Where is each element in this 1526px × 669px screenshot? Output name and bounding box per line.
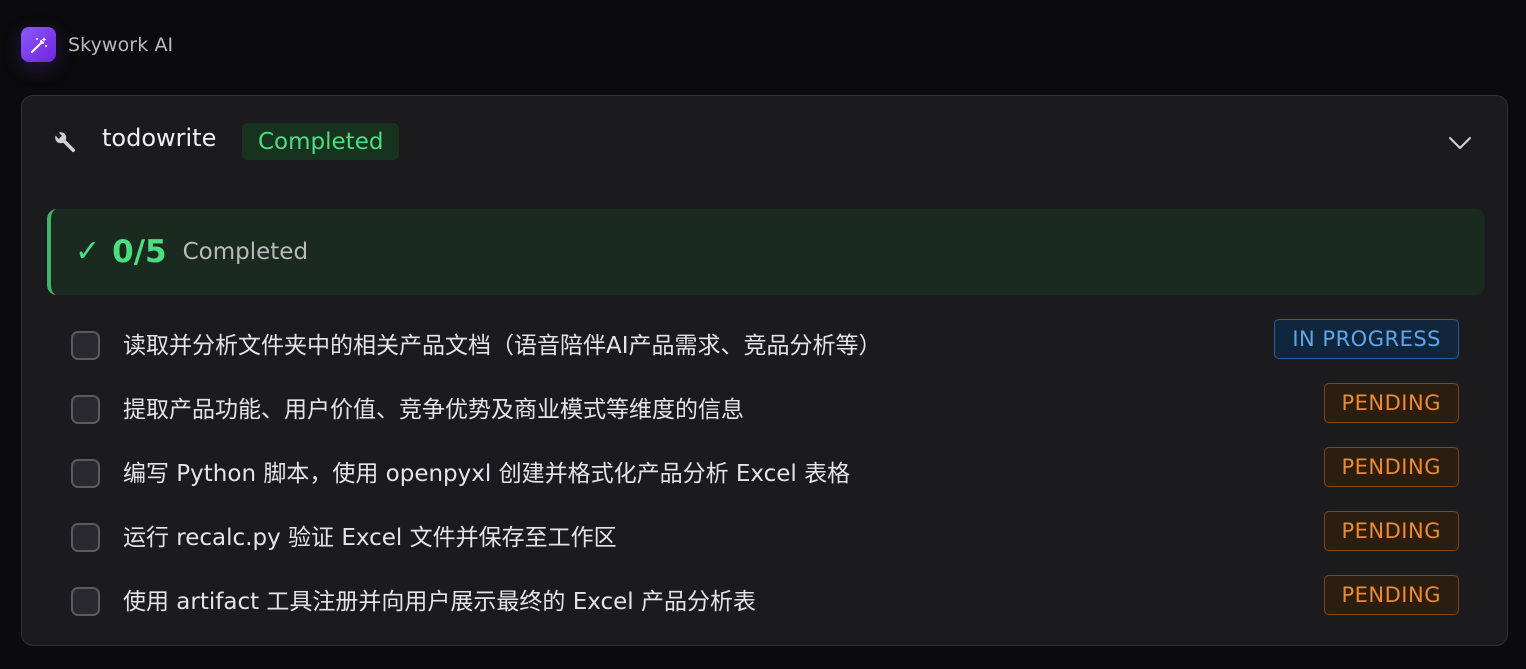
- todo-text: 运行 recalc.py 验证 Excel 文件并保存至工作区: [123, 525, 617, 551]
- todo-item: 读取并分析文件夹中的相关产品文档（语音陪伴AI产品需求、竞品分析等） IN PR…: [22, 310, 1507, 374]
- todo-text: 编写 Python 脚本，使用 openpyxl 创建并格式化产品分析 Exce…: [123, 461, 851, 487]
- todo-item: 提取产品功能、用户价值、竞争优势及商业模式等维度的信息 PENDING: [22, 374, 1507, 438]
- progress-label: Completed: [182, 239, 309, 265]
- todowrite-tool-card: todowrite Completed ✓ 0/5 Completed 读取并分…: [21, 95, 1508, 646]
- tool-name: todowrite: [102, 124, 217, 152]
- todo-checkbox[interactable]: [71, 587, 100, 616]
- status-badge-pending: PENDING: [1323, 511, 1459, 551]
- progress-summary: ✓ 0/5 Completed: [47, 209, 1485, 295]
- app-header: Skywork AI: [21, 27, 173, 62]
- todo-checkbox[interactable]: [71, 331, 100, 360]
- magic-wand-icon: [21, 27, 56, 62]
- todo-text: 读取并分析文件夹中的相关产品文档（语音陪伴AI产品需求、竞品分析等）: [123, 333, 882, 359]
- todo-checkbox[interactable]: [71, 523, 100, 552]
- wrench-icon: [52, 129, 80, 157]
- todo-checkbox[interactable]: [71, 459, 100, 488]
- status-badge-pending: PENDING: [1323, 447, 1459, 487]
- todo-text: 使用 artifact 工具注册并向用户展示最终的 Excel 产品分析表: [123, 589, 756, 615]
- todo-list: 读取并分析文件夹中的相关产品文档（语音陪伴AI产品需求、竞品分析等） IN PR…: [22, 310, 1507, 630]
- todo-checkbox[interactable]: [71, 395, 100, 424]
- todo-item: 编写 Python 脚本，使用 openpyxl 创建并格式化产品分析 Exce…: [22, 438, 1507, 502]
- progress-count: 0/5: [112, 234, 167, 270]
- checkmark-icon: ✓: [75, 234, 101, 269]
- status-badge-in-progress: IN PROGRESS: [1274, 319, 1459, 359]
- tool-card-header[interactable]: todowrite Completed: [22, 96, 1507, 188]
- status-badge-pending: PENDING: [1323, 383, 1459, 423]
- tool-status-badge: Completed: [242, 123, 400, 160]
- app-title: Skywork AI: [68, 33, 174, 56]
- status-badge-pending: PENDING: [1323, 575, 1459, 615]
- todo-item: 运行 recalc.py 验证 Excel 文件并保存至工作区 PENDING: [22, 502, 1507, 566]
- todo-item: 使用 artifact 工具注册并向用户展示最终的 Excel 产品分析表 PE…: [22, 566, 1507, 630]
- todo-text: 提取产品功能、用户价值、竞争优势及商业模式等维度的信息: [123, 397, 744, 423]
- chevron-down-icon[interactable]: [1447, 130, 1473, 156]
